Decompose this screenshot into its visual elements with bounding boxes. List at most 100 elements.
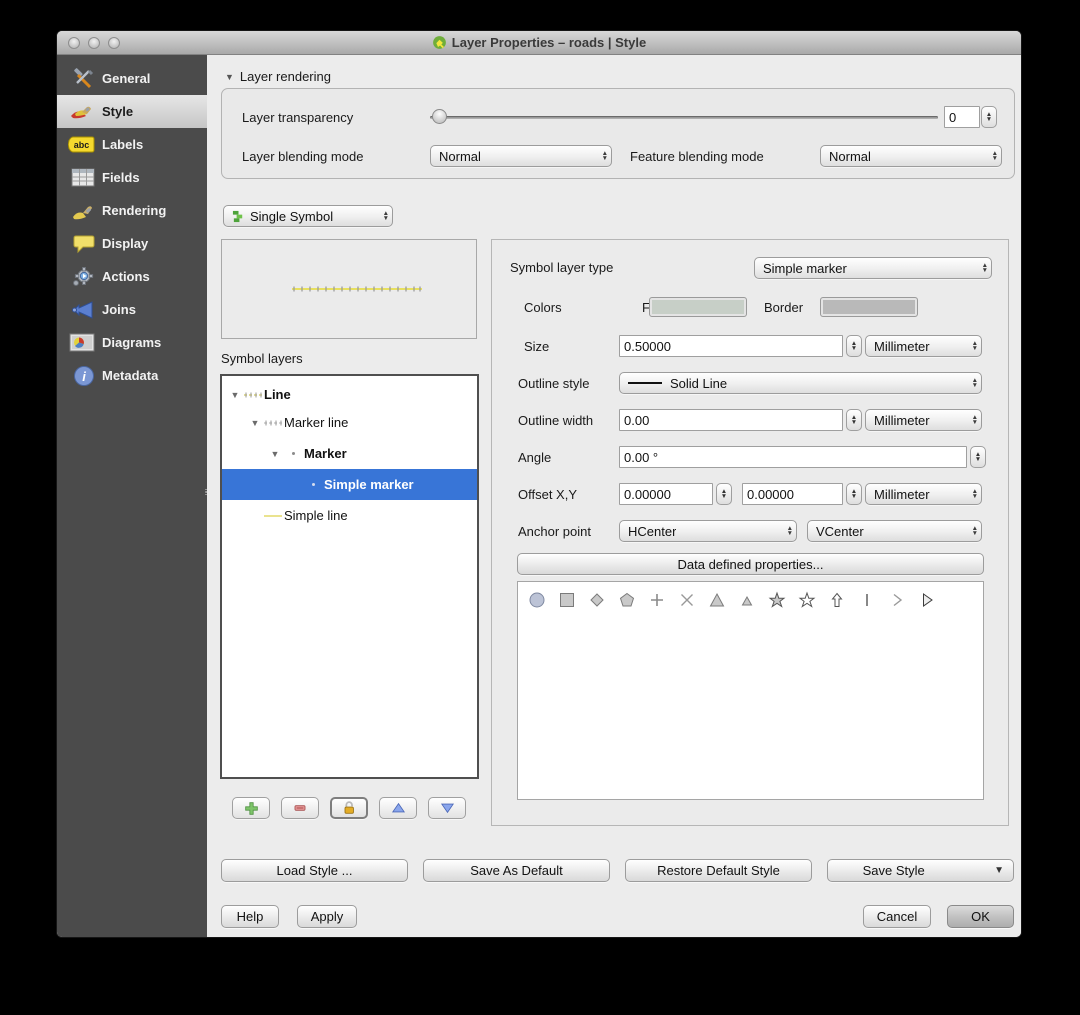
dropdown-arrows-icon [968,341,978,352]
marker-shape-filled-arrowhead[interactable] [912,587,942,613]
expand-arrow-icon[interactable] [268,449,282,459]
sidebar-item-rendering[interactable]: Rendering [57,194,207,227]
join-arrow-icon [65,300,95,320]
sidebar-item-labels[interactable]: abc Labels [57,128,207,161]
marker-shape-chevron[interactable] [882,587,912,613]
feature-blending-value: Normal [829,148,871,164]
size-stepper[interactable] [846,335,862,357]
size-unit-select[interactable]: Millimeter [865,335,982,357]
outline-width-input[interactable] [619,409,843,431]
marker-line-symbol-icon [262,419,284,427]
slider-handle[interactable] [432,109,447,124]
marker-shape-pentagon[interactable] [612,587,642,613]
size-input[interactable] [619,335,843,357]
marker-shape-regular-star[interactable] [792,587,822,613]
minimize-button[interactable] [88,36,100,49]
data-defined-properties-button[interactable]: Data defined properties... [517,553,984,575]
sidebar-item-fields[interactable]: Fields [57,161,207,194]
restore-default-style-button[interactable]: Restore Default Style [625,859,812,882]
style-tab-content: Layer rendering Layer transparency Layer… [207,55,1021,937]
zoom-button[interactable] [108,36,120,49]
anchor-h-select[interactable]: HCenter [619,520,797,542]
tree-row-label: Marker line [284,415,349,430]
layer-rendering-header: Layer rendering [239,69,331,84]
marker-shape-triangle[interactable] [702,587,732,613]
sidebar-item-display[interactable]: Display [57,227,207,260]
marker-shape-square[interactable] [552,587,582,613]
save-style-label: Save Style [862,863,925,878]
angle-stepper[interactable] [970,446,986,468]
tree-row-line[interactable]: Line [222,376,477,407]
outline-style-select[interactable]: Solid Line [619,372,982,394]
sidebar-item-metadata[interactable]: i Metadata [57,359,207,392]
save-as-default-button[interactable]: Save As Default [423,859,610,882]
sidebar-item-actions[interactable]: Actions [57,260,207,293]
expand-arrow-icon[interactable] [248,418,262,428]
fill-color-swatch[interactable] [649,297,747,317]
tree-row-marker-line[interactable]: Marker line [222,407,477,438]
feature-blending-select[interactable]: Normal [820,145,1002,167]
layer-rendering-disclosure[interactable]: Layer rendering [225,69,331,84]
save-style-button[interactable]: Save Style [827,859,1014,882]
symbol-layer-type-select[interactable]: Simple marker [754,257,992,279]
tree-row-marker[interactable]: Marker [222,438,477,469]
layer-transparency-value[interactable] [944,106,980,128]
window-titlebar[interactable]: Layer Properties – roads | Style [57,31,1021,55]
load-style-button[interactable]: Load Style ... [221,859,408,882]
help-button[interactable]: Help [221,905,279,928]
angle-input[interactable] [619,446,967,468]
marker-shape-equilateral-triangle[interactable] [732,587,762,613]
layer-transparency-slider[interactable] [430,109,938,125]
close-button[interactable] [68,36,80,49]
sidebar-item-label: General [102,71,151,86]
layer-transparency-stepper[interactable] [981,106,997,128]
marker-shape-diamond[interactable] [582,587,612,613]
window-title-text: Layer Properties – roads | Style [451,35,647,50]
sidebar-item-joins[interactable]: Joins [57,293,207,326]
offset-y-stepper[interactable] [846,483,862,505]
single-symbol-icon [232,210,243,222]
cancel-button[interactable]: Cancel [863,905,931,928]
layer-blending-select[interactable]: Normal [430,145,612,167]
marker-shape-cross[interactable] [642,587,672,613]
layer-rendering-groupbox: Layer transparency Layer blending mode N… [221,88,1015,179]
renderer-select[interactable]: Single Symbol [223,205,393,227]
move-layer-down-button[interactable] [428,797,466,819]
offset-y-input[interactable] [742,483,843,505]
tree-row-simple-line[interactable]: Simple line [222,500,477,531]
tree-row-simple-marker[interactable]: Simple marker [222,469,477,500]
marker-shape-star[interactable] [762,587,792,613]
remove-symbol-layer-button[interactable] [281,797,319,819]
sidebar-item-label: Metadata [102,368,159,383]
marker-shape-line[interactable] [852,587,882,613]
offset-unit-select[interactable]: Millimeter [865,483,982,505]
outline-width-unit-select[interactable]: Millimeter [865,409,982,431]
marker-shape-cross2[interactable] [672,587,702,613]
sidebar-item-label: Display [102,236,149,251]
sidebar-item-style[interactable]: Style [57,95,207,128]
marker-shape-arrow[interactable] [822,587,852,613]
layer-blending-value: Normal [439,148,481,164]
sidebar-item-general[interactable]: General [57,62,207,95]
tree-row-label: Simple marker [324,477,414,492]
anchor-v-select[interactable]: VCenter [807,520,982,542]
offset-x-stepper[interactable] [716,483,732,505]
outline-width-label: Outline width [518,413,594,428]
solid-line-swatch-icon [628,382,662,384]
offset-x-input[interactable] [619,483,713,505]
marker-shape-circle[interactable] [522,587,552,613]
tree-row-label: Simple line [284,508,348,523]
ok-button[interactable]: OK [947,905,1014,928]
border-color-swatch[interactable] [820,297,918,317]
move-layer-up-button[interactable] [379,797,417,819]
outline-width-stepper[interactable] [846,409,862,431]
apply-button[interactable]: Apply [297,905,357,928]
lock-symbol-layer-button[interactable] [330,797,368,819]
renderer-value: Single Symbol [250,208,334,224]
symbol-layers-label: Symbol layers [221,351,303,366]
add-symbol-layer-button[interactable] [232,797,270,819]
expand-arrow-icon[interactable] [228,390,242,400]
sidebar-item-diagrams[interactable]: Diagrams [57,326,207,359]
abc-tag-icon: abc [65,136,95,153]
outline-style-label: Outline style [518,376,590,391]
